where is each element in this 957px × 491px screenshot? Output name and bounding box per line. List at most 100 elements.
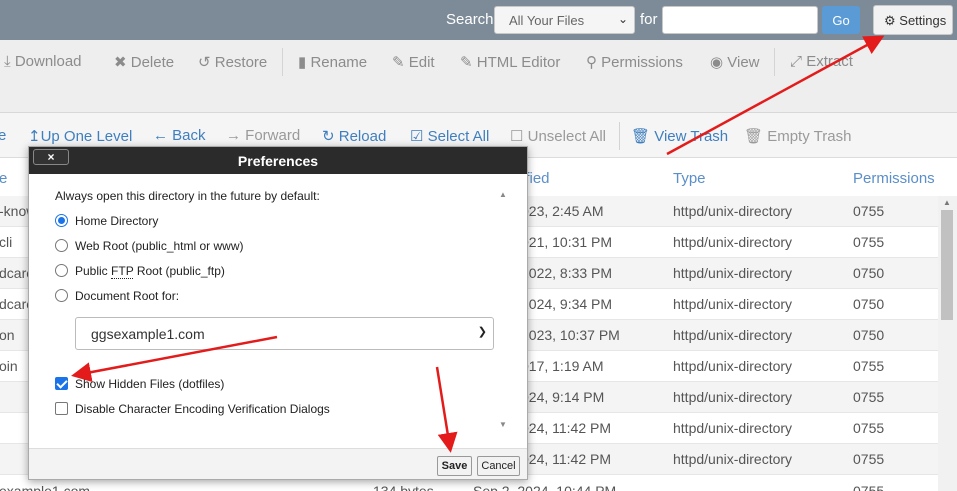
restore-button[interactable]: ↺ Restore [198, 53, 267, 71]
cell-modified: 024, 9:14 PM [521, 389, 605, 405]
radio-home-label: Home Directory [75, 214, 159, 228]
permissions-button[interactable]: ⚲ Permissions [586, 53, 683, 71]
document-root-domain-select[interactable]: ggsexample1.com ❯ [75, 317, 494, 350]
select-all-button[interactable]: ☑ Select All [410, 127, 489, 145]
cell-type: httpd/unix-directory [673, 203, 793, 219]
checkbox-checked-icon: ☑ [410, 128, 424, 145]
gear-icon: ⚙ [884, 13, 896, 28]
col-header-name[interactable]: e [0, 170, 7, 187]
dialog-scrollbar[interactable]: ▲ ▼ [496, 190, 510, 434]
cell-perms: 0750 [853, 327, 885, 343]
delete-button[interactable]: ✖ Delete [114, 53, 174, 71]
settings-label: Settings [899, 13, 947, 28]
view-label: View [727, 54, 760, 71]
cell-perms: 0750 [853, 296, 885, 312]
forward-button[interactable]: → Forward [226, 127, 300, 144]
radio-empty-icon[interactable] [55, 289, 68, 302]
cell-name: example1.com [0, 483, 91, 491]
close-button[interactable]: × [33, 149, 69, 165]
up-one-level-button[interactable]: ↥Up One Level [28, 127, 132, 145]
cell-modified: 2023, 10:37 PM [521, 327, 620, 343]
preferences-form: Always open this directory in the future… [55, 189, 511, 439]
cell-type: httpd/unix-directory [673, 389, 793, 405]
cell-size: 134 bytes [373, 483, 434, 491]
cell-name: on [0, 327, 15, 343]
radio-document-root[interactable]: Document Root for: [55, 289, 179, 303]
back-button[interactable]: ← Back [153, 127, 206, 144]
radio-empty-icon[interactable] [55, 239, 68, 252]
search-label: Search [446, 11, 494, 28]
delete-label: Delete [130, 54, 175, 71]
cell-modified: 024, 11:42 PM [521, 420, 612, 436]
file-toolbar: ⤓ Download ✖ Delete ↺ Restore ▮ Rename ✎… [0, 40, 957, 113]
disable-encoding-option[interactable]: Disable Character Encoding Verification … [55, 402, 330, 416]
dialog-footer: Save Cancel [29, 448, 527, 479]
dialog-titlebar: Preferences × [29, 147, 527, 174]
radio-home-directory[interactable]: Home Directory [55, 214, 158, 228]
radio-ftp-label-pre: Public [75, 264, 112, 278]
scroll-down-arrow-icon[interactable]: ▼ [499, 420, 507, 429]
radio-public-ftp[interactable]: Public FTP Root (public_ftp) [55, 264, 225, 279]
extract-button[interactable]: ⤢ Extract [790, 53, 853, 70]
key-icon: ⚲ [586, 54, 597, 71]
chevron-down-icon: ❯ [477, 326, 487, 338]
cell-type: httpd/unix-directory [673, 358, 793, 374]
eye-icon: ◉ [710, 54, 724, 71]
rename-button[interactable]: ▮ Rename [298, 53, 367, 71]
cell-modified: 023, 2:45 AM [521, 203, 604, 219]
reload-label: Reload [338, 128, 387, 145]
unselect-all-button[interactable]: ☐ Unselect All [510, 127, 606, 145]
empty-trash-label: Empty Trash [767, 128, 852, 145]
forward-label: Forward [245, 127, 301, 144]
download-button[interactable]: ⤓ Download [4, 53, 82, 70]
undo-icon: ↺ [198, 54, 211, 71]
edit-button[interactable]: ✎ Edit [392, 53, 435, 71]
table-scroll-thumb[interactable] [941, 210, 953, 320]
cell-modified: 017, 1:19 AM [521, 358, 604, 374]
radio-selected-icon[interactable] [55, 214, 68, 227]
view-trash-button[interactable]: 🗑 View Trash [631, 127, 728, 145]
top-search-bar: Search All Your Files ⌄ for Go ⚙ Setting… [0, 0, 957, 40]
select-all-label: Select All [427, 128, 490, 145]
search-scope-select[interactable]: All Your Files ⌄ [494, 6, 635, 34]
cell-perms: 0755 [853, 483, 885, 491]
show-hidden-files-option[interactable]: Show Hidden Files (dotfiles) [55, 377, 224, 391]
radio-web-root[interactable]: Web Root (public_html or www) [55, 239, 244, 253]
arrow-up-icon: ↥ [28, 128, 41, 145]
save-button[interactable]: Save [437, 456, 472, 476]
html-editor-button[interactable]: ✎ HTML Editor [460, 53, 560, 71]
empty-trash-button[interactable]: 🗑 Empty Trash [744, 127, 851, 145]
col-header-permissions[interactable]: Permissions [853, 170, 935, 187]
cell-modified: 024, 11:42 PM [521, 451, 612, 467]
radio-webroot-label: Web Root (public_html or www) [75, 239, 244, 253]
radio-ftp-label-post: Root (public_ftp) [133, 264, 225, 278]
disable-encoding-checkbox[interactable] [55, 402, 68, 415]
trash-icon: 🗑 [631, 128, 651, 145]
edit-label: Edit [408, 54, 435, 71]
reload-button[interactable]: ↻ Reload [322, 127, 386, 145]
for-label: for [640, 11, 658, 28]
arrow-right-icon: → [226, 127, 241, 144]
col-header-type[interactable]: Type [673, 170, 706, 187]
ftp-abbr: FTP [111, 264, 134, 279]
scroll-up-arrow-icon[interactable]: ▲ [943, 198, 951, 207]
cancel-button[interactable]: Cancel [477, 456, 520, 476]
search-input[interactable] [662, 6, 818, 34]
home-link[interactable]: e [0, 127, 6, 144]
radio-empty-icon[interactable] [55, 264, 68, 277]
cell-modified: 2024, 9:34 PM [521, 296, 613, 312]
toolbar-divider [282, 48, 283, 76]
settings-button[interactable]: ⚙ Settings [873, 5, 953, 35]
scroll-up-arrow-icon[interactable]: ▲ [499, 190, 507, 199]
go-button[interactable]: Go [822, 6, 860, 34]
checkbox-empty-icon: ☐ [510, 128, 524, 145]
search-scope-value: All Your Files [509, 13, 585, 28]
view-button[interactable]: ◉ View [710, 53, 760, 71]
html-editor-label: HTML Editor [476, 54, 561, 71]
cell-modified: 2022, 8:33 PM [521, 265, 613, 281]
expand-icon: ⤢ [790, 53, 803, 70]
show-hidden-checkbox[interactable] [55, 377, 68, 390]
download-label: Download [14, 53, 82, 70]
chevron-down-icon: ⌄ [617, 12, 628, 26]
show-hidden-label: Show Hidden Files (dotfiles) [75, 377, 225, 391]
